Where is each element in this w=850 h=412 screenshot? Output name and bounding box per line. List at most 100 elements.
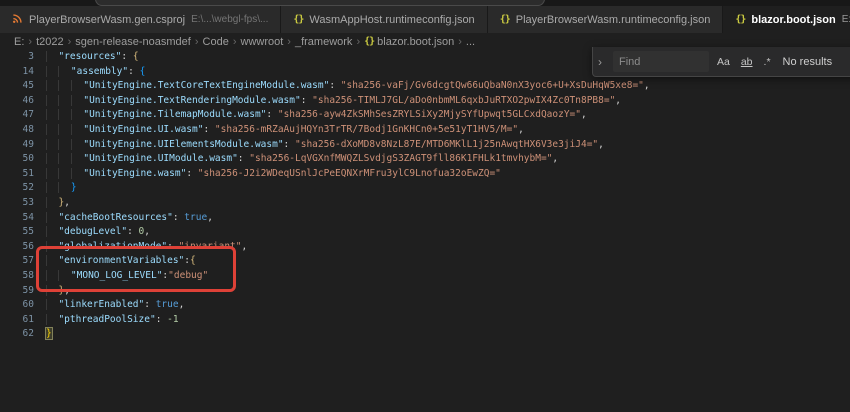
title-bar bbox=[0, 0, 850, 6]
indent-guide bbox=[46, 285, 58, 296]
token: , bbox=[242, 241, 248, 252]
indent-guide bbox=[46, 153, 58, 164]
indent-guide bbox=[46, 168, 58, 179]
token: "debugLevel" bbox=[58, 226, 127, 237]
indent-guide bbox=[71, 124, 83, 135]
breadcrumb-separator-icon: › bbox=[195, 36, 199, 48]
token: "sha256-J2i2WDeqUSnlJcPeEQNXrMFru3ylC9Ln… bbox=[198, 168, 501, 179]
indent-guide bbox=[71, 153, 83, 164]
line-number: 50 bbox=[0, 152, 34, 167]
token: , bbox=[144, 226, 150, 237]
token: "resources" bbox=[58, 51, 121, 62]
indent-guide bbox=[71, 168, 83, 179]
line-number: 45 bbox=[0, 79, 34, 94]
match-case-icon[interactable]: Aa bbox=[714, 54, 733, 70]
token: : bbox=[167, 241, 178, 252]
find-input[interactable]: Find bbox=[613, 51, 709, 72]
code-line[interactable]: 62} bbox=[0, 327, 850, 342]
code-line[interactable]: 52 } bbox=[0, 181, 850, 196]
token: true bbox=[156, 299, 179, 310]
breadcrumb-item[interactable]: {}blazor.boot.json bbox=[364, 36, 454, 48]
token: true bbox=[184, 212, 207, 223]
find-widget: › Find Aa ab .* No results ↑ ↓ ✕ bbox=[592, 47, 850, 77]
code-line[interactable]: 61 "pthreadPoolSize": -1 bbox=[0, 313, 850, 328]
line-number: 58 bbox=[0, 269, 34, 284]
token: : bbox=[284, 139, 295, 150]
code-area[interactable]: 3 "resources": {14 "assembly": {45 "Unit… bbox=[0, 50, 850, 412]
indent-guide bbox=[46, 212, 58, 223]
token: : bbox=[121, 51, 132, 62]
code-line[interactable]: 46 "UnityEngine.TextRenderingModule.wasm… bbox=[0, 94, 850, 109]
find-toggle-replace-chevron-icon[interactable]: › bbox=[598, 55, 608, 69]
line-number: 51 bbox=[0, 167, 34, 182]
token: : bbox=[203, 124, 214, 135]
indent-guide bbox=[58, 95, 70, 106]
line-number: 53 bbox=[0, 196, 34, 211]
breadcrumb-item[interactable]: t2022 bbox=[36, 36, 64, 48]
code-line[interactable]: 58 "MONO_LOG_LEVEL":"debug" bbox=[0, 269, 850, 284]
breadcrumb-item[interactable]: sgen-release-noasmdef bbox=[75, 36, 191, 48]
tab-playerbrowserwasm-gen-csproj[interactable]: PlayerBrowserWasm.gen.csprojE:\...\webgl… bbox=[0, 6, 281, 33]
code-text: "UnityEngine.TextCoreTextEngineModule.wa… bbox=[34, 79, 650, 94]
line-number: 3 bbox=[0, 50, 34, 65]
breadcrumb-separator-icon: › bbox=[287, 36, 291, 48]
regex-icon[interactable]: .* bbox=[761, 54, 774, 70]
code-line[interactable]: 50 "UnityEngine.UIModule.wasm": "sha256-… bbox=[0, 152, 850, 167]
token: "sha256-vaFj/Gv6dcgtQw66uQbaN0nX3yoc6+U+… bbox=[341, 80, 644, 91]
code-text: }, bbox=[34, 284, 70, 299]
line-number: 62 bbox=[0, 327, 34, 342]
line-number: 57 bbox=[0, 254, 34, 269]
code-line[interactable]: 51 "UnityEngine.wasm": "sha256-J2i2WDeqU… bbox=[0, 167, 850, 182]
json-icon: {} bbox=[293, 14, 303, 25]
tab-blazor-boot-json[interactable]: {}blazor.boot.jsonE:\...\sgen-release-no… bbox=[723, 6, 850, 33]
breadcrumb-item-label: t2022 bbox=[36, 36, 64, 48]
code-text: } bbox=[34, 181, 77, 196]
code-line[interactable]: 54 "cacheBootResources": true, bbox=[0, 211, 850, 226]
breadcrumb-item-label: sgen-release-noasmdef bbox=[75, 36, 191, 48]
breadcrumb-item-label: E: bbox=[14, 36, 24, 48]
code-line[interactable]: 56 "globalizationMode": "invariant", bbox=[0, 240, 850, 255]
command-center[interactable] bbox=[95, 0, 545, 6]
indent-guide bbox=[46, 226, 58, 237]
line-number: 60 bbox=[0, 298, 34, 313]
breadcrumb-item[interactable]: _framework bbox=[295, 36, 352, 48]
code-line[interactable]: 53 }, bbox=[0, 196, 850, 211]
token: "UnityEngine.UIModule.wasm" bbox=[83, 153, 237, 164]
indent-guide bbox=[58, 182, 70, 193]
token: , bbox=[64, 197, 70, 208]
code-line[interactable]: 47 "UnityEngine.TilemapModule.wasm": "sh… bbox=[0, 108, 850, 123]
code-text: } bbox=[34, 327, 52, 342]
token: "UnityEngine.TextCoreTextEngineModule.wa… bbox=[83, 80, 329, 91]
token: : bbox=[144, 299, 155, 310]
breadcrumb-item-label: _framework bbox=[295, 36, 352, 48]
code-line[interactable]: 55 "debugLevel": 0, bbox=[0, 225, 850, 240]
breadcrumb-item-label: wwwroot bbox=[241, 36, 284, 48]
breadcrumb-item[interactable]: wwwroot bbox=[241, 36, 284, 48]
breadcrumb-separator-icon: › bbox=[458, 36, 462, 48]
tab-playerbrowserwasm-runtimeconfig-json[interactable]: {}PlayerBrowserWasm.runtimeconfig.json bbox=[488, 6, 724, 33]
whole-word-icon[interactable]: ab bbox=[738, 54, 756, 70]
indent-guide bbox=[46, 109, 58, 120]
code-line[interactable]: 49 "UnityEngine.UIElementsModule.wasm": … bbox=[0, 138, 850, 153]
indent-guide bbox=[46, 299, 58, 310]
breadcrumb-item[interactable]: ... bbox=[466, 36, 475, 48]
code-line[interactable]: 60 "linkerEnabled": true, bbox=[0, 298, 850, 313]
line-number: 52 bbox=[0, 181, 34, 196]
breadcrumb-item[interactable]: E: bbox=[14, 36, 24, 48]
code-line[interactable]: 45 "UnityEngine.TextCoreTextEngineModule… bbox=[0, 79, 850, 94]
token: "globalizationMode" bbox=[58, 241, 167, 252]
code-line[interactable]: 59 }, bbox=[0, 284, 850, 299]
breadcrumb-item[interactable]: Code bbox=[203, 36, 229, 48]
indent-guide bbox=[46, 255, 58, 266]
code-line[interactable]: 48 "UnityEngine.UI.wasm": "sha256-mRZaAu… bbox=[0, 123, 850, 138]
token: : bbox=[128, 66, 139, 77]
indent-guide bbox=[58, 168, 70, 179]
indent-guide bbox=[58, 66, 70, 77]
breadcrumb-item-label: Code bbox=[203, 36, 229, 48]
code-line[interactable]: 57 "environmentVariables":{ bbox=[0, 254, 850, 269]
indent-guide bbox=[71, 95, 83, 106]
tab-wasmapphost-runtimeconfig-json[interactable]: {} WasmAppHost.runtimeconfig.json bbox=[281, 6, 487, 33]
json-icon: {} bbox=[735, 14, 745, 25]
token: , bbox=[598, 139, 604, 150]
tab-label: WasmAppHost.runtimeconfig.json bbox=[309, 14, 474, 26]
